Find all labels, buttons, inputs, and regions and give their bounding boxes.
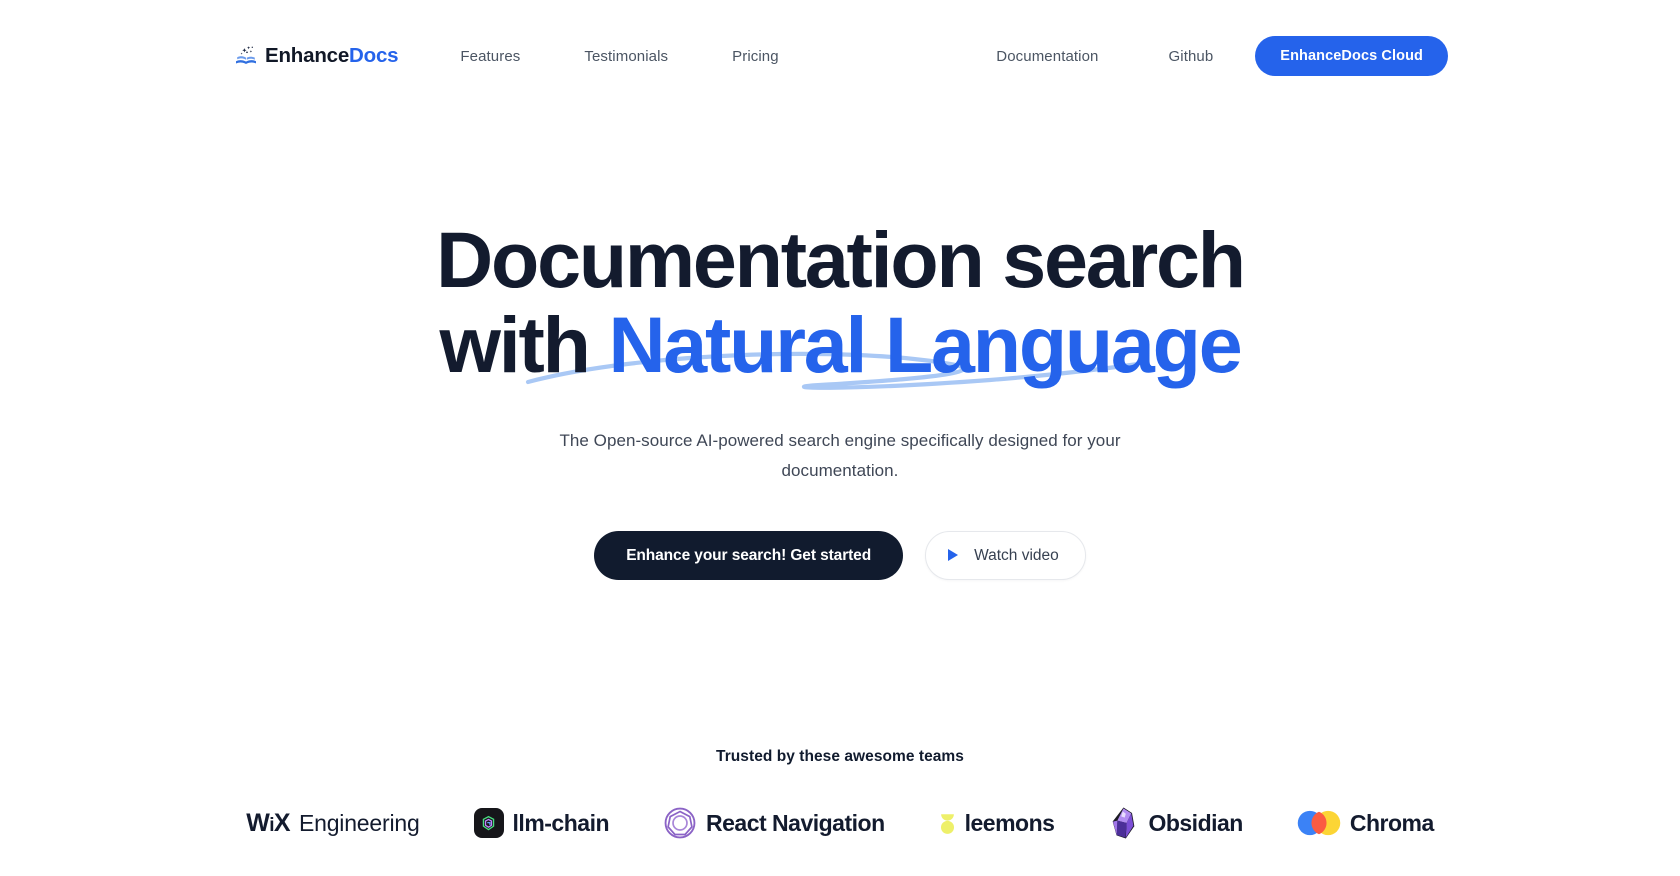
brand-name-primary: Enhance	[265, 43, 350, 67]
landing-page: EnhanceDocs Features Testimonials Pricin…	[0, 0, 1680, 876]
headline-accent: Natural Language	[608, 300, 1242, 389]
hero-section: Documentation search with Natural Langua…	[0, 112, 1680, 580]
logo-label-llm-chain: llm-chain	[512, 809, 610, 836]
open-book-sparkles-icon	[234, 44, 258, 68]
obsidian-icon	[1108, 806, 1139, 840]
page-title: Documentation search with Natural Langua…	[0, 220, 1680, 384]
brand-logo[interactable]: EnhanceDocs	[234, 43, 399, 68]
logo-wix-engineering[interactable]: WiX Engineering	[246, 808, 420, 837]
logo-label-wix: Engineering	[298, 809, 420, 836]
hero-subtitle: The Open-source AI-powered search engine…	[559, 431, 1121, 481]
logo-llm-chain[interactable]: llm-chain	[473, 808, 610, 838]
leemons-icon	[939, 809, 956, 838]
logo-label-obsidian: Obsidian	[1148, 809, 1243, 836]
headline-prefix: with	[439, 300, 609, 389]
logo-label-chroma: Chroma	[1349, 809, 1434, 836]
chroma-icon	[1297, 810, 1341, 836]
nav-link-features[interactable]: Features	[460, 40, 520, 73]
watch-video-button[interactable]: Watch video	[925, 530, 1086, 580]
logo-label-leemons: leemons	[964, 809, 1055, 836]
logo-leemons[interactable]: leemons	[939, 809, 1055, 838]
headline-line-1: Documentation search	[436, 215, 1246, 304]
nav-link-documentation[interactable]: Documentation	[996, 40, 1098, 73]
trusted-by-section: Trusted by these awesome teams WiX Engin…	[0, 748, 1680, 840]
watch-video-label: Watch video	[974, 546, 1059, 564]
headline-wrapper: Documentation search with Natural Langua…	[0, 220, 1680, 390]
secondary-nav: Documentation Github EnhanceDocs Cloud	[996, 35, 1448, 77]
logo-label-react-navigation: React Navigation	[706, 809, 885, 836]
headline-line-2: with Natural Language	[0, 305, 1680, 384]
nav-link-github[interactable]: Github	[1169, 40, 1214, 73]
get-started-button[interactable]: Enhance your search! Get started	[594, 530, 904, 580]
llm-chain-icon	[473, 808, 504, 838]
logo-react-navigation[interactable]: React Navigation	[663, 806, 885, 840]
trusted-by-title: Trusted by these awesome teams	[716, 748, 964, 765]
cta-row: Enhance your search! Get started Watch v…	[0, 530, 1680, 580]
wix-wordmark-icon: WiX	[246, 808, 290, 837]
play-icon	[948, 549, 959, 562]
react-navigation-icon	[663, 806, 697, 840]
logo-obsidian[interactable]: Obsidian	[1108, 806, 1243, 840]
partner-logos: WiX Engineering llm-chain React Navigati…	[0, 806, 1680, 840]
primary-nav: Features Testimonials Pricing	[460, 40, 778, 73]
nav-link-testimonials[interactable]: Testimonials	[584, 40, 668, 73]
brand-name: EnhanceDocs	[265, 43, 399, 67]
nav-link-pricing[interactable]: Pricing	[732, 40, 779, 73]
enhancedocs-cloud-button[interactable]: EnhanceDocs Cloud	[1255, 35, 1448, 77]
logo-chroma[interactable]: Chroma	[1297, 810, 1434, 836]
navbar: EnhanceDocs Features Testimonials Pricin…	[0, 0, 1680, 112]
brand-name-secondary: Docs	[349, 43, 399, 67]
